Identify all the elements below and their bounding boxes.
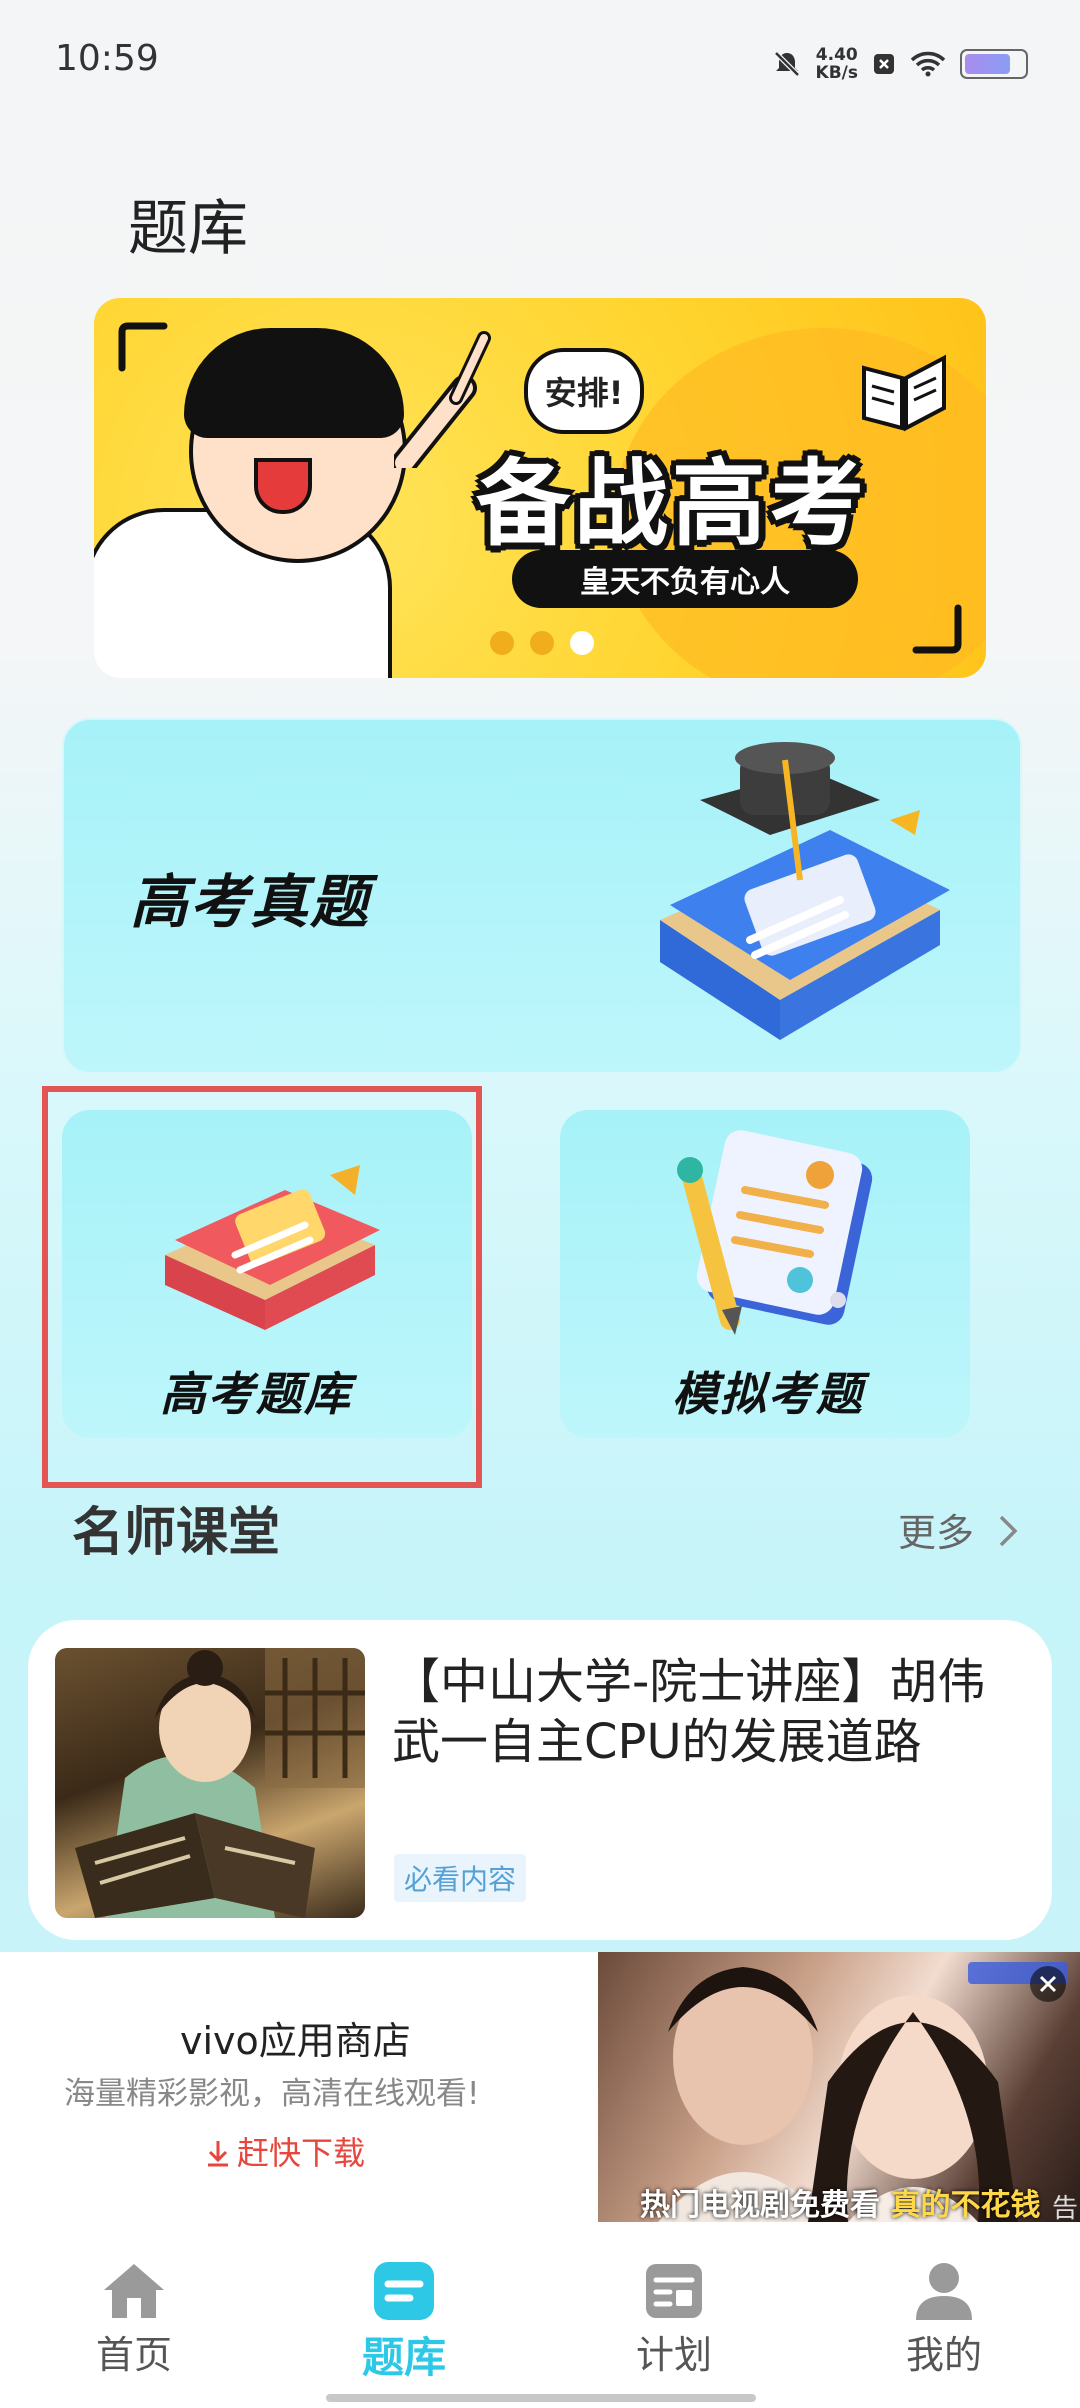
ad-caption-part: 热门电视剧免费看 bbox=[640, 2188, 891, 2223]
close-icon bbox=[1039, 1975, 1057, 1993]
no-sim-icon bbox=[874, 54, 894, 74]
clipboard-pencil-icon bbox=[677, 1130, 873, 1335]
wifi-icon bbox=[910, 51, 946, 77]
section-title: 名师课堂 bbox=[72, 1503, 281, 1563]
nav-plan[interactable]: 计划 bbox=[584, 2260, 764, 2379]
netspeed-value: 4.40 bbox=[815, 45, 858, 65]
chevron-right-icon bbox=[999, 1515, 1018, 1547]
carousel-dot[interactable] bbox=[530, 631, 554, 655]
ad-close-button[interactable] bbox=[1030, 1966, 1066, 2002]
more-link-label: 更多 bbox=[898, 1511, 975, 1555]
netspeed-unit: KB/s bbox=[815, 63, 858, 83]
nav-question-bank-label: 题库 bbox=[361, 2333, 446, 2382]
profile-icon bbox=[916, 2263, 972, 2320]
banner-character-eye bbox=[316, 413, 330, 431]
download-icon bbox=[208, 2141, 228, 2167]
banner-character-hair bbox=[184, 328, 404, 438]
mute-bell-icon bbox=[773, 51, 800, 77]
selection-highlight bbox=[42, 1086, 482, 1488]
banner-speech-bubble: 安排! bbox=[524, 348, 644, 434]
network-speed: 4.40 KB/s bbox=[816, 46, 858, 82]
ad-download-button[interactable]: 赶快下载 bbox=[205, 2128, 365, 2174]
nav-home-label: 首页 bbox=[95, 2333, 172, 2377]
course-tag: 必看内容 bbox=[394, 1854, 527, 1902]
carousel-dot-active[interactable] bbox=[570, 631, 594, 655]
banner-character-eye bbox=[249, 413, 263, 431]
more-link[interactable]: 更多 bbox=[898, 1502, 1020, 1557]
nav-plan-label: 计划 bbox=[635, 2333, 712, 2377]
nav-home[interactable]: 首页 bbox=[44, 2260, 224, 2379]
page-title: 题库 bbox=[128, 194, 248, 264]
mock-exam-label: 模拟考题 bbox=[672, 1367, 864, 1421]
status-time: 10:59 bbox=[55, 38, 159, 79]
home-indicator[interactable] bbox=[326, 2394, 756, 2402]
banner-title: 备战高考 bbox=[476, 450, 869, 559]
nav-profile[interactable]: 我的 bbox=[854, 2260, 1034, 2379]
plan-icon bbox=[646, 2264, 702, 2318]
course-thumbnail bbox=[55, 1648, 365, 1918]
ad-label: 告 bbox=[1052, 2194, 1079, 2224]
banner-subtitle: 皇天不负有心人 bbox=[512, 550, 858, 608]
ad-app-name: vivo应用商店 bbox=[180, 2019, 411, 2063]
corner-bracket-icon bbox=[118, 322, 168, 372]
real-exam-label: 高考真题 bbox=[130, 868, 371, 936]
question-bank-icon bbox=[374, 2262, 434, 2320]
ad-image-caption: 热门电视剧免费看 真的不花钱 bbox=[640, 2180, 1040, 2224]
banner-character-mouth bbox=[254, 458, 312, 514]
reading-scholar-illustration bbox=[75, 1648, 365, 1918]
nav-question-bank[interactable]: 题库 bbox=[314, 2260, 494, 2385]
open-book-icon bbox=[862, 354, 946, 432]
ad-download-label: 赶快下载 bbox=[237, 2134, 366, 2172]
carousel-indicator bbox=[490, 631, 594, 655]
home-icon bbox=[104, 2264, 164, 2318]
banner-carousel[interactable]: 安排! 备战高考 皇天不负有心人 bbox=[94, 298, 986, 678]
carousel-dot[interactable] bbox=[490, 631, 514, 655]
corner-bracket-icon bbox=[912, 604, 962, 654]
book-graduation-cap-icon bbox=[660, 742, 950, 1040]
ad-caption-highlight: 真的不花钱 bbox=[890, 2188, 1041, 2223]
course-title: 【中山大学-院士讲座】胡伟武一自主CPU的发展道路 bbox=[392, 1654, 986, 1770]
ad-description: 海量精彩影视，高清在线观看! bbox=[64, 2076, 480, 2112]
battery-icon bbox=[960, 49, 1028, 79]
nav-profile-label: 我的 bbox=[905, 2333, 982, 2377]
status-icons: 4.40 KB/s bbox=[772, 40, 1028, 88]
